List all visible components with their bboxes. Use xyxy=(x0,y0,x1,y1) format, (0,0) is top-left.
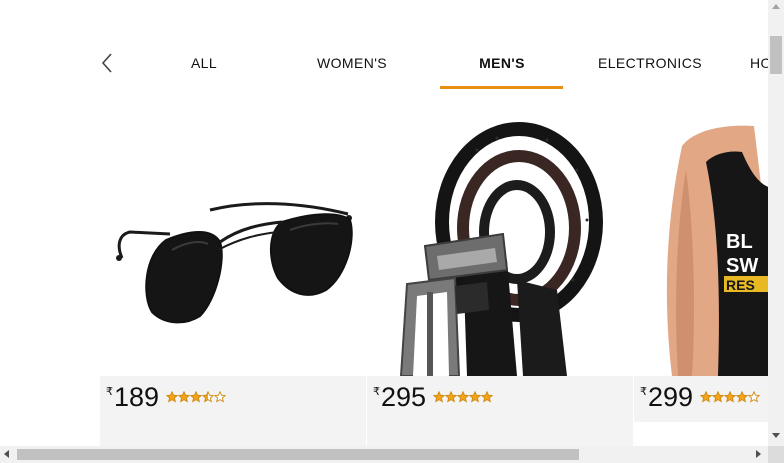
product-card-sunglasses[interactable]: ₹ 189 xyxy=(100,110,366,422)
horizontal-scrollbar[interactable] xyxy=(0,446,768,463)
scroll-right-arrow-icon[interactable] xyxy=(756,450,761,458)
tank-print-line1: BL xyxy=(726,231,753,253)
star-full-icon xyxy=(178,391,190,403)
star-full-icon xyxy=(736,391,748,403)
category-tabs: ALL WOMEN'S MEN'S ELECTRONICS HO xyxy=(0,36,768,90)
currency-symbol: ₹ xyxy=(106,386,113,398)
currency-symbol: ₹ xyxy=(640,386,647,398)
price-bar: ₹ 189 xyxy=(100,376,366,422)
tank-print-line2: SW xyxy=(726,255,758,277)
vertical-scrollbar[interactable] xyxy=(768,0,784,446)
product-card-tank-top[interactable]: BL SW RES ₹ 299 xyxy=(634,110,768,422)
active-tab-indicator xyxy=(440,86,563,89)
price-amount: 299 xyxy=(648,382,694,412)
tab-home-partial[interactable]: HO xyxy=(750,52,768,74)
price: ₹ 295 xyxy=(373,382,426,412)
star-rating xyxy=(166,391,226,405)
star-half-icon xyxy=(202,391,214,403)
tabs-prev-chevron-icon[interactable] xyxy=(98,52,118,74)
price-amount: 189 xyxy=(114,382,160,412)
tab-electronics[interactable]: ELECTRONICS xyxy=(596,52,704,74)
star-full-icon xyxy=(712,391,724,403)
star-full-icon xyxy=(457,391,469,403)
price: ₹ 189 xyxy=(106,382,159,412)
product-card-next-row[interactable] xyxy=(100,422,366,446)
price-bar: ₹ 295 xyxy=(367,376,633,422)
star-rating xyxy=(700,391,760,405)
page-viewport: ALL WOMEN'S MEN'S ELECTRONICS HO ₹ 189 ₹… xyxy=(0,0,768,446)
tab-mens[interactable]: MEN'S xyxy=(452,52,552,74)
product-card-next-row[interactable] xyxy=(634,422,768,446)
vertical-scroll-thumb[interactable] xyxy=(770,36,782,74)
product-card-next-row[interactable] xyxy=(367,422,633,446)
currency-symbol: ₹ xyxy=(373,386,380,398)
tab-womens[interactable]: WOMEN'S xyxy=(302,52,402,74)
tank-print-line3: RES xyxy=(726,277,755,293)
price-bar: ₹ 299 xyxy=(634,376,768,422)
star-full-icon xyxy=(724,391,736,403)
star-rating xyxy=(433,391,493,405)
star-full-icon xyxy=(700,391,712,403)
star-full-icon xyxy=(469,391,481,403)
scroll-left-arrow-icon[interactable] xyxy=(4,450,9,458)
scrollbar-corner xyxy=(768,446,784,463)
star-empty-icon xyxy=(214,391,226,403)
star-full-icon xyxy=(166,391,178,403)
scroll-down-arrow-icon[interactable] xyxy=(772,433,780,438)
star-full-icon xyxy=(190,391,202,403)
star-full-icon xyxy=(445,391,457,403)
star-full-icon xyxy=(481,391,493,403)
horizontal-scroll-thumb[interactable] xyxy=(17,449,579,460)
product-card-belt[interactable]: ₹ 295 xyxy=(367,110,633,422)
aviator-sunglasses-image[interactable] xyxy=(100,110,366,376)
mens-tank-top-image[interactable]: BL SW RES xyxy=(634,110,768,376)
star-empty-icon xyxy=(748,391,760,403)
price: ₹ 299 xyxy=(640,382,693,412)
star-full-icon xyxy=(433,391,445,403)
tab-all[interactable]: ALL xyxy=(172,52,236,74)
leather-belt-image[interactable] xyxy=(367,110,633,377)
scroll-up-arrow-icon[interactable] xyxy=(772,4,780,9)
price-amount: 295 xyxy=(381,382,427,412)
